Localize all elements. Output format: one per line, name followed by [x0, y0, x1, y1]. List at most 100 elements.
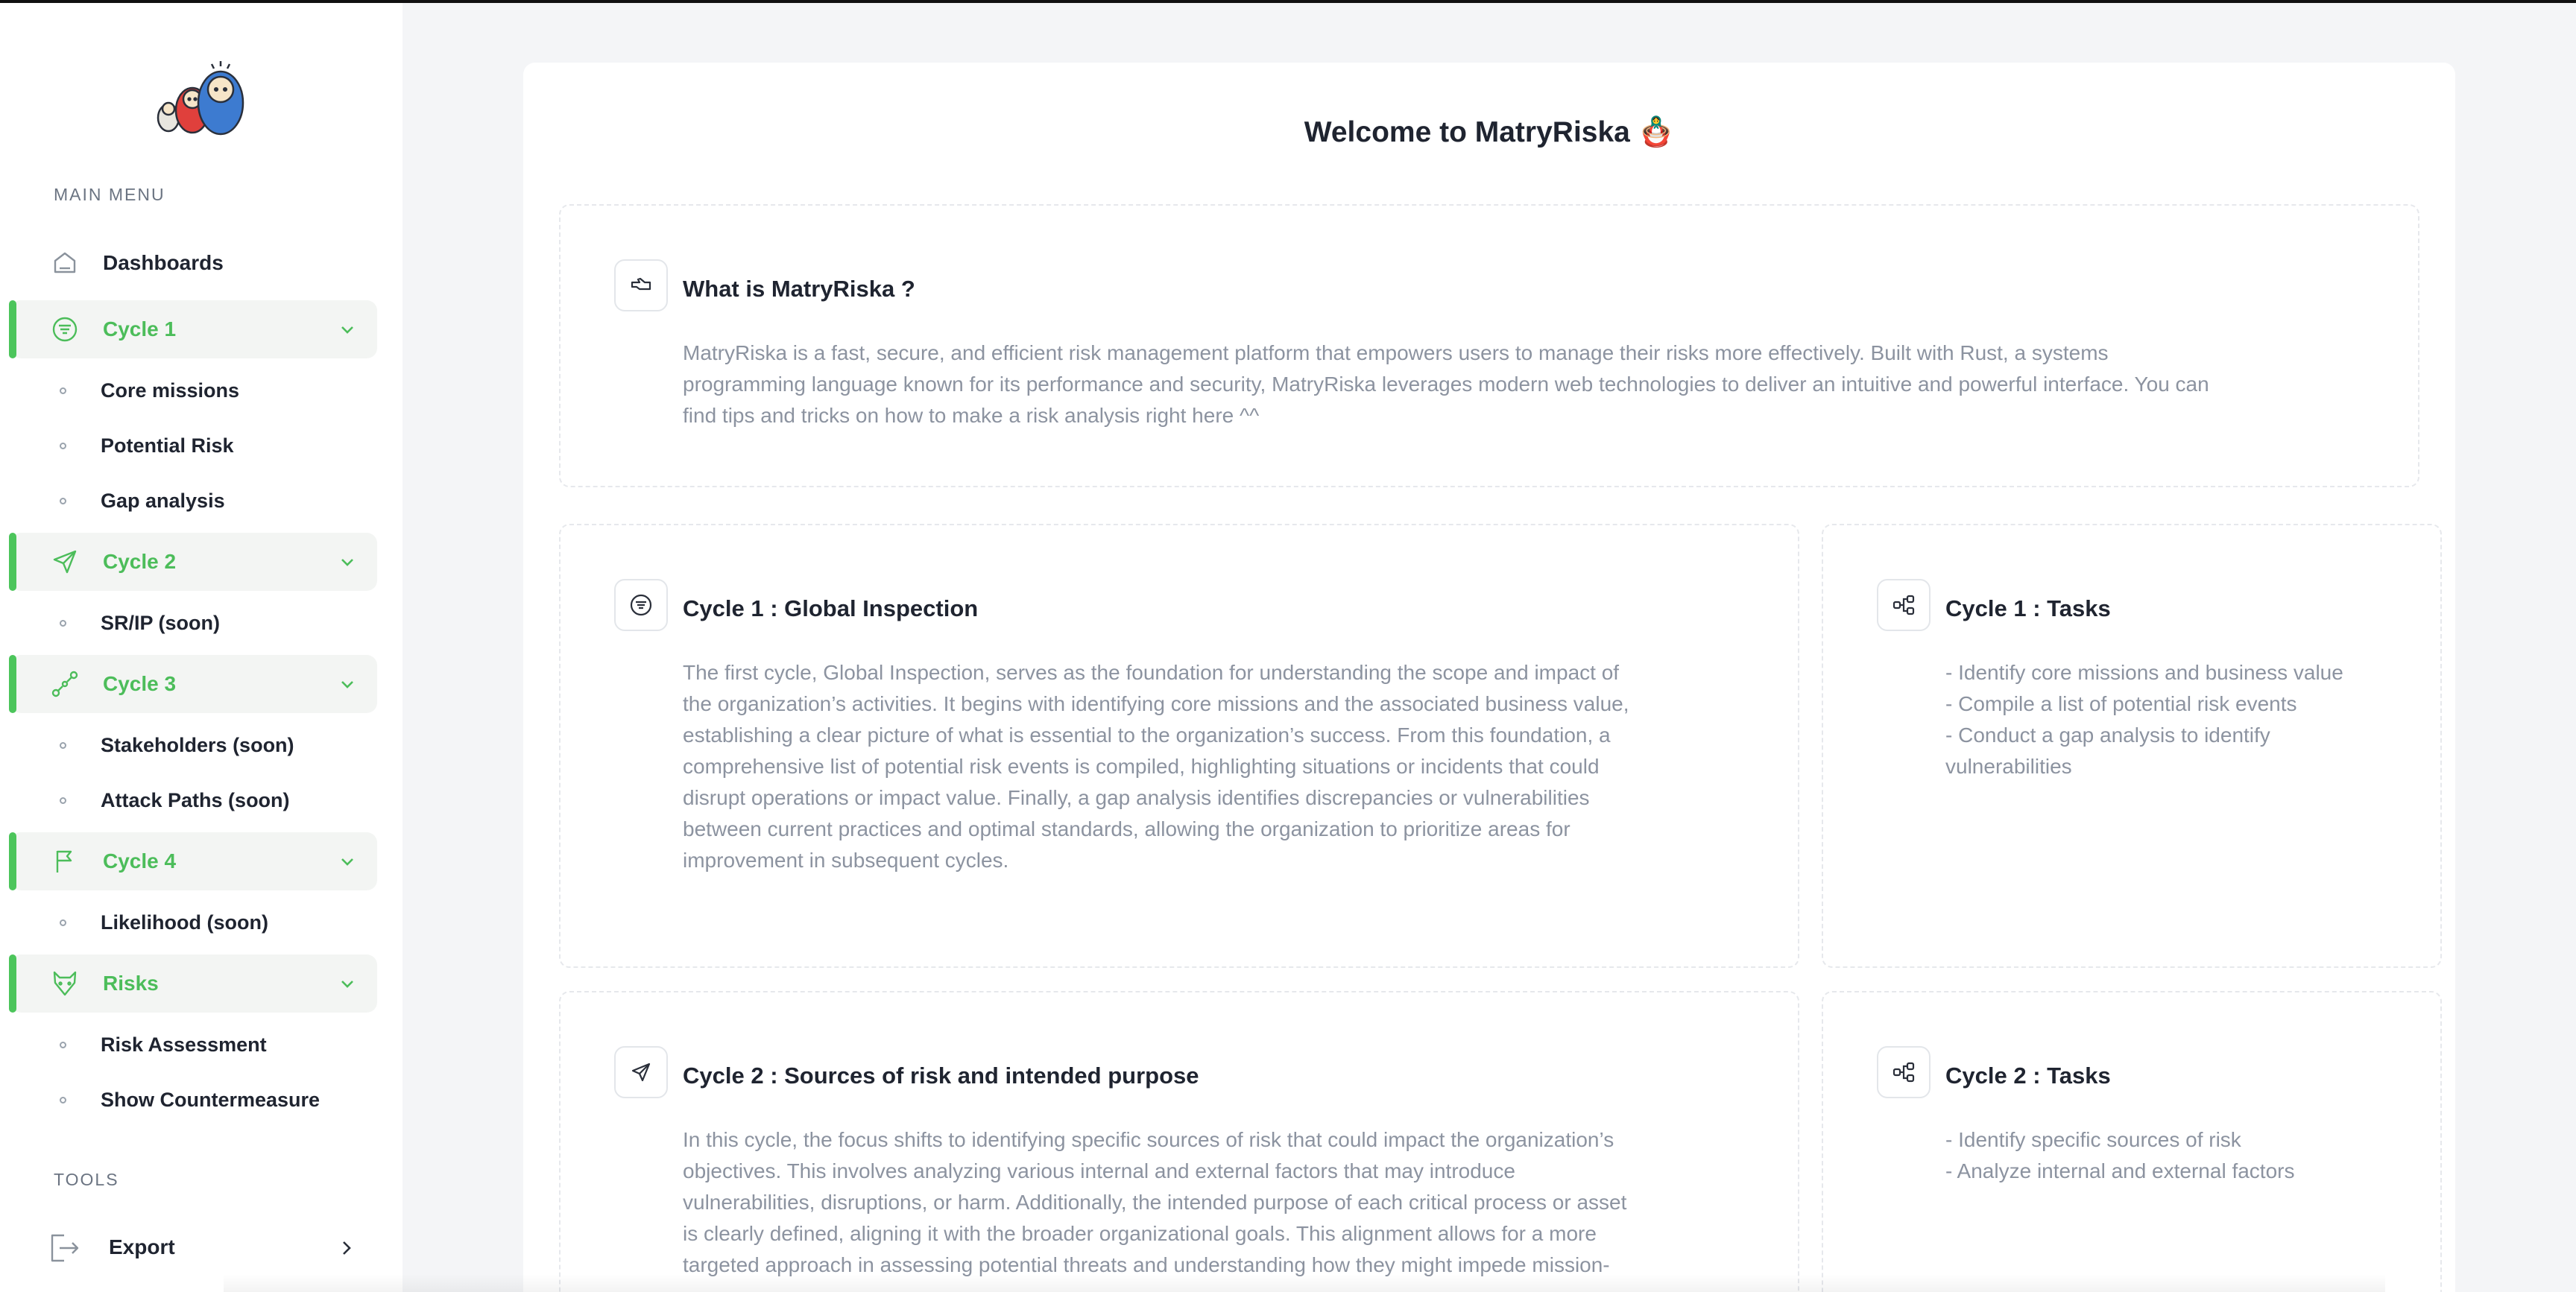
sidebar-subitem-label: Potential Risk — [101, 434, 234, 457]
flowchart-icon — [1877, 1046, 1931, 1098]
chevron-down-icon[interactable] — [338, 852, 356, 870]
card-body-line: In this cycle, the focus shifts to ident… — [683, 1128, 1614, 1151]
sidebar-item-label: Cycle 1 — [103, 317, 177, 341]
sidebar-subitem-label: Attack Paths (soon) — [101, 788, 290, 811]
sidebar: MAIN MENU Dashboards Cycle 1 Core missio… — [0, 3, 402, 1292]
sidebar-subitem-label: Show Countermeasure — [101, 1088, 321, 1111]
wolf-icon — [51, 969, 79, 998]
send-icon — [614, 1046, 668, 1098]
sidebar-subitem-sr-ip[interactable]: SR/IP (soon) — [60, 608, 220, 638]
sidebar-item-label: Dashboards — [103, 251, 224, 274]
card-body-line: between current practices and optimal st… — [683, 817, 1570, 840]
sidebar-subitem-gap-analysis[interactable]: Gap analysis — [60, 486, 225, 516]
export-button[interactable]: Export — [10, 1219, 377, 1277]
task-item: - Identify specific sources of risk — [1945, 1128, 2241, 1151]
bullet-icon — [60, 1041, 66, 1048]
task-list: - Identify specific sources of risk - An… — [1945, 1124, 2294, 1187]
send-icon — [51, 548, 79, 576]
card-body-line: find tips and tricks on how to make a ri… — [683, 404, 1260, 427]
card-body-line: MatryRiska is a fast, secure, and effici… — [683, 341, 2109, 364]
bullet-icon — [60, 497, 66, 504]
task-item: - Identify core missions and business va… — [1945, 661, 2343, 684]
chevron-down-icon[interactable] — [338, 675, 356, 693]
bullet-icon — [60, 1096, 66, 1103]
card-cycle1-tasks: Cycle 1 : Tasks - Identify core missions… — [1822, 524, 2442, 968]
card-title: Cycle 1 : Tasks — [1945, 595, 2111, 621]
tools-label: TOOLS — [54, 1170, 119, 1189]
card-title: Cycle 2 : Sources of risk and intended p… — [683, 1063, 1199, 1089]
export-icon — [51, 1234, 79, 1262]
task-list: - Identify core missions and business va… — [1945, 657, 2343, 782]
card-body-line: The first cycle, Global Inspection, serv… — [683, 661, 1620, 684]
matryoshka-logo — [157, 61, 244, 136]
sidebar-subitem-core-missions[interactable]: Core missions — [60, 376, 239, 405]
filter-circle-icon — [614, 579, 668, 631]
bullet-icon — [60, 387, 66, 394]
bullet-icon — [60, 797, 66, 804]
sidebar-item-cycle4[interactable]: Cycle 4 — [9, 832, 377, 890]
card-cycle2-tasks: Cycle 2 : Tasks - Identify specific sour… — [1822, 991, 2442, 1292]
sidebar-subitem-potential-risk[interactable]: Potential Risk — [60, 431, 234, 460]
card-what-is: What is MatryRiska ? MatryRiska is a fas… — [559, 204, 2419, 487]
route-icon — [51, 670, 79, 698]
card-body-line: the organization’s activities. It begins… — [683, 692, 1629, 715]
sidebar-subitem-label: Gap analysis — [101, 489, 225, 512]
card-body-line: vulnerabilities, disruptions, or harm. A… — [683, 1191, 1627, 1214]
chevron-down-icon[interactable] — [338, 975, 356, 992]
sidebar-item-dashboards[interactable]: Dashboards — [10, 234, 377, 292]
home-icon — [51, 249, 79, 277]
sidebar-subitem-label: Stakeholders (soon) — [101, 733, 294, 756]
sidebar-item-label: Cycle 3 — [103, 672, 177, 695]
sidebar-item-label: Cycle 4 — [103, 849, 177, 873]
export-label: Export — [109, 1235, 175, 1258]
task-item: - Analyze internal and external factors — [1945, 1159, 2295, 1182]
card-body: MatryRiska is a fast, secure, and effici… — [683, 338, 2209, 431]
card-title: What is MatryRiska ? — [683, 276, 915, 302]
task-item: vulnerabilities — [1945, 755, 2072, 778]
task-item: - Conduct a gap analysis to identify — [1945, 723, 2270, 747]
sidebar-subitem-label: SR/IP (soon) — [101, 611, 221, 634]
card-title: Cycle 1 : Global Inspection — [683, 595, 979, 621]
sidebar-item-risks[interactable]: Risks — [9, 954, 377, 1013]
bullet-icon — [60, 619, 66, 627]
dock-shadow — [224, 1274, 2385, 1292]
sidebar-item-cycle2[interactable]: Cycle 2 — [9, 533, 377, 591]
sidebar-item-cycle3[interactable]: Cycle 3 — [9, 655, 377, 713]
sidebar-subitem-risk-assessment[interactable]: Risk Assessment — [60, 1030, 267, 1060]
flag-icon — [51, 847, 79, 875]
bullet-icon — [60, 442, 66, 449]
filter-circle-icon — [51, 315, 79, 343]
pointing-hand-icon — [614, 259, 668, 311]
card-body-line: programming language known for its perfo… — [683, 373, 2209, 396]
sidebar-item-cycle1[interactable]: Cycle 1 — [9, 300, 377, 358]
card-body-line: comprehensive list of potential risk eve… — [683, 755, 1600, 778]
sidebar-subitem-show-countermeasure[interactable]: Show Countermeasure — [60, 1085, 320, 1115]
card-body-line: objectives. This involves analyzing vari… — [683, 1159, 1515, 1182]
card-body-line: disrupt operations or impact value. Fina… — [683, 786, 1590, 809]
flowchart-icon — [1877, 579, 1931, 631]
sidebar-subitem-attack-paths[interactable]: Attack Paths (soon) — [60, 785, 290, 815]
chevron-right-icon — [343, 1241, 351, 1255]
card-body-line: improvement in subsequent cycles. — [683, 849, 1009, 872]
chevron-down-icon[interactable] — [338, 320, 356, 338]
card-body: In this cycle, the focus shifts to ident… — [683, 1124, 1626, 1281]
card-cycle1: Cycle 1 : Global Inspection The first cy… — [559, 524, 1799, 968]
sidebar-item-label: Risks — [103, 972, 159, 995]
card-body-line: establishing a clear picture of what is … — [683, 723, 1611, 747]
sidebar-subitem-label: Likelihood (soon) — [101, 911, 268, 934]
bullet-icon — [60, 919, 66, 926]
sidebar-subitem-likelihood[interactable]: Likelihood (soon) — [60, 908, 268, 937]
card-title: Cycle 2 : Tasks — [1945, 1063, 2111, 1089]
main-menu-label: MAIN MENU — [54, 185, 165, 204]
card-body: The first cycle, Global Inspection, serv… — [683, 657, 1629, 876]
sidebar-subitem-label: Core missions — [101, 379, 240, 402]
page-title: Welcome to MatryRiska 🪆 — [1304, 116, 1675, 148]
task-item: - Compile a list of potential risk event… — [1945, 692, 2297, 715]
card-cycle2: Cycle 2 : Sources of risk and intended p… — [559, 991, 1799, 1292]
sidebar-subitem-stakeholders[interactable]: Stakeholders (soon) — [60, 730, 294, 760]
bullet-icon — [60, 741, 66, 749]
card-body-line: is clearly defined, aligning it with the… — [683, 1222, 1597, 1245]
chevron-down-icon[interactable] — [338, 553, 356, 571]
sidebar-item-label: Cycle 2 — [103, 550, 177, 573]
sidebar-subitem-label: Risk Assessment — [101, 1033, 267, 1056]
